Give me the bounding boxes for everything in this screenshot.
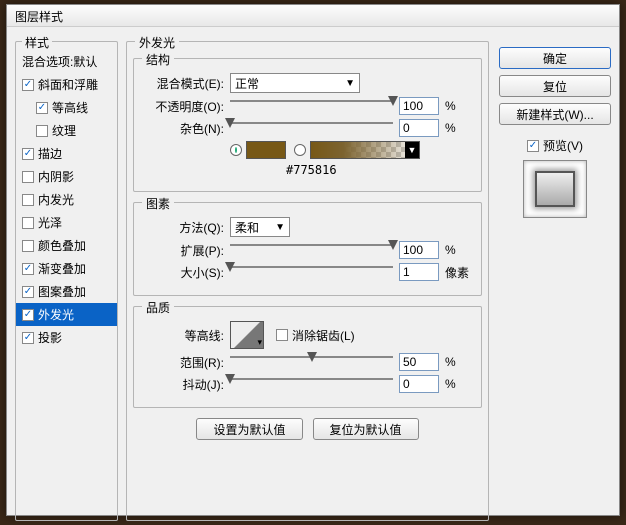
size-slider[interactable] — [230, 264, 393, 280]
color-hex-label: #775816 — [286, 163, 337, 177]
range-slider[interactable] — [230, 354, 393, 370]
size-label: 大小(S): — [144, 264, 224, 281]
color-radio[interactable] — [230, 144, 242, 156]
style-label: 斜面和浮雕 — [38, 76, 98, 93]
elements-group: 图素 方法(Q): 柔和 ▼ 扩展(P): 100 — [133, 202, 482, 296]
antialias-checkbox[interactable] — [276, 329, 288, 341]
style-checkbox[interactable] — [36, 102, 48, 114]
style-label: 外发光 — [38, 306, 74, 323]
reset-default-button[interactable]: 复位为默认值 — [313, 418, 419, 440]
blending-options-item[interactable]: 混合选项:默认 — [16, 50, 117, 73]
opacity-input[interactable]: 100 — [399, 97, 439, 115]
style-item[interactable]: 渐变叠加 — [16, 257, 117, 280]
style-label: 纹理 — [52, 122, 76, 139]
effect-panel: 外发光 结构 混合模式(E): 正常 ▼ 不透明度(O): — [126, 41, 489, 521]
style-label: 投影 — [38, 329, 62, 346]
new-style-button[interactable]: 新建样式(W)... — [499, 103, 611, 125]
structure-title: 结构 — [142, 51, 174, 68]
quality-title: 品质 — [142, 299, 174, 316]
style-label: 光泽 — [38, 214, 62, 231]
style-label: 内发光 — [38, 191, 74, 208]
style-label: 等高线 — [52, 99, 88, 116]
method-label: 方法(Q): — [144, 219, 224, 236]
spread-slider[interactable] — [230, 242, 393, 258]
style-checkbox[interactable] — [22, 171, 34, 183]
contour-picker[interactable]: ▾ — [230, 321, 264, 349]
noise-label: 杂色(N): — [144, 120, 224, 137]
elements-title: 图素 — [142, 195, 174, 212]
noise-unit: % — [445, 121, 471, 135]
ok-button[interactable]: 确定 — [499, 47, 611, 69]
method-select[interactable]: 柔和 ▼ — [230, 217, 290, 237]
antialias-label: 消除锯齿(L) — [292, 327, 355, 344]
chevron-down-icon: ▼ — [405, 142, 419, 158]
layer-style-dialog: 图层样式 样式 混合选项:默认斜面和浮雕等高线纹理描边内阴影内发光光泽颜色叠加渐… — [6, 4, 620, 516]
style-checkbox[interactable] — [22, 332, 34, 344]
style-item[interactable]: 纹理 — [16, 119, 117, 142]
style-item[interactable]: 图案叠加 — [16, 280, 117, 303]
opacity-label: 不透明度(O): — [144, 98, 224, 115]
set-default-button[interactable]: 设置为默认值 — [196, 418, 302, 440]
style-item[interactable]: 外发光 — [16, 303, 117, 326]
chevron-down-icon: ▼ — [345, 78, 355, 89]
style-label: 颜色叠加 — [38, 237, 86, 254]
size-input[interactable]: 1 — [399, 263, 439, 281]
blend-mode-label: 混合模式(E): — [144, 75, 224, 92]
structure-group: 结构 混合模式(E): 正常 ▼ 不透明度(O): 100 — [133, 58, 482, 192]
style-item[interactable]: 光泽 — [16, 211, 117, 234]
styles-header: 样式 — [22, 34, 52, 51]
style-item[interactable]: 描边 — [16, 142, 117, 165]
style-label: 内阴影 — [38, 168, 74, 185]
noise-input[interactable]: 0 — [399, 119, 439, 137]
style-checkbox[interactable] — [22, 309, 34, 321]
blend-mode-select[interactable]: 正常 ▼ — [230, 73, 360, 93]
size-unit: 像素 — [445, 264, 471, 281]
spread-unit: % — [445, 243, 471, 257]
style-item[interactable]: 投影 — [16, 326, 117, 349]
chevron-down-icon: ▾ — [256, 337, 263, 348]
effect-title: 外发光 — [135, 34, 179, 51]
spread-input[interactable]: 100 — [399, 241, 439, 259]
gradient-radio[interactable] — [294, 144, 306, 156]
jitter-input[interactable]: 0 — [399, 375, 439, 393]
window-title: 图层样式 — [15, 10, 63, 24]
style-item[interactable]: 颜色叠加 — [16, 234, 117, 257]
style-checkbox[interactable] — [22, 194, 34, 206]
style-checkbox[interactable] — [22, 217, 34, 229]
style-checkbox[interactable] — [22, 286, 34, 298]
gradient-picker[interactable]: ▼ — [310, 141, 420, 159]
preview-label: 预览(V) — [543, 137, 583, 154]
opacity-unit: % — [445, 99, 471, 113]
color-swatch[interactable] — [246, 141, 286, 159]
style-item[interactable]: 斜面和浮雕 — [16, 73, 117, 96]
style-item[interactable]: 内发光 — [16, 188, 117, 211]
jitter-slider[interactable] — [230, 376, 393, 392]
spread-label: 扩展(P): — [144, 242, 224, 259]
style-checkbox[interactable] — [36, 125, 48, 137]
cancel-button[interactable]: 复位 — [499, 75, 611, 97]
style-item[interactable]: 等高线 — [16, 96, 117, 119]
preview-thumbnail — [523, 160, 587, 218]
style-checkbox[interactable] — [22, 79, 34, 91]
style-checkbox[interactable] — [22, 148, 34, 160]
contour-label: 等高线: — [144, 327, 224, 344]
style-checkbox[interactable] — [22, 240, 34, 252]
chevron-down-icon: ▼ — [275, 222, 285, 233]
quality-group: 品质 等高线: ▾ 消除锯齿(L) 范围(R): 50 — [133, 306, 482, 408]
preview-checkbox[interactable] — [527, 140, 539, 152]
titlebar: 图层样式 — [7, 5, 619, 27]
styles-panel: 样式 混合选项:默认斜面和浮雕等高线纹理描边内阴影内发光光泽颜色叠加渐变叠加图案… — [15, 41, 118, 521]
range-unit: % — [445, 355, 471, 369]
style-checkbox[interactable] — [22, 263, 34, 275]
style-label: 描边 — [38, 145, 62, 162]
style-item[interactable]: 内阴影 — [16, 165, 117, 188]
jitter-label: 抖动(J): — [144, 376, 224, 393]
opacity-slider[interactable] — [230, 98, 393, 114]
noise-slider[interactable] — [230, 120, 393, 136]
jitter-unit: % — [445, 377, 471, 391]
style-label: 图案叠加 — [38, 283, 86, 300]
range-input[interactable]: 50 — [399, 353, 439, 371]
style-label: 渐变叠加 — [38, 260, 86, 277]
range-label: 范围(R): — [144, 354, 224, 371]
